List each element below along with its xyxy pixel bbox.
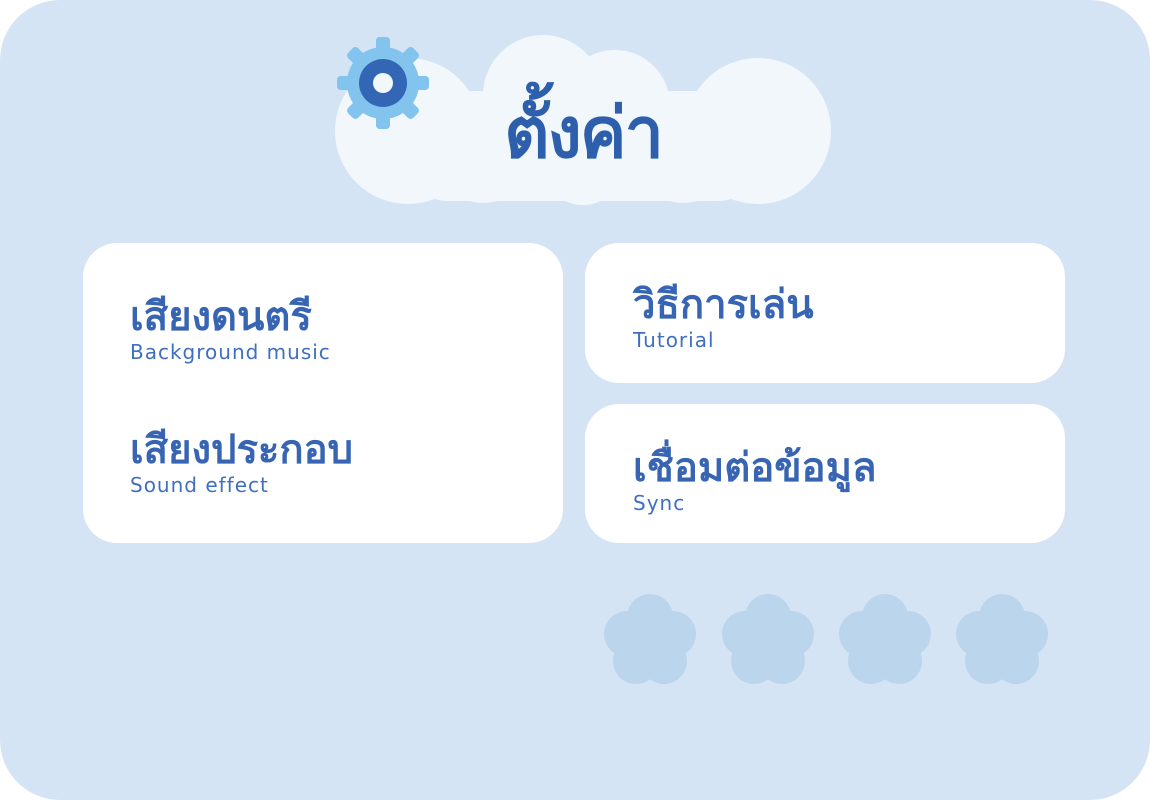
sync-item: เชื่อมต่อข้อมูล Sync xyxy=(633,444,876,514)
background-music-button[interactable]: เสียงดนตรี Background music xyxy=(130,293,331,363)
settings-panel: ตั้งค่า เสียงดนตรี Background music เสีย… xyxy=(0,0,1150,800)
audio-settings-card: เสียงดนตรี Background music เสียงประกอบ … xyxy=(83,243,563,543)
sync-label-th: เชื่อมต่อข้อมูล xyxy=(633,445,877,491)
sync-button[interactable]: เชื่อมต่อข้อมูล Sync xyxy=(585,404,1065,543)
title-banner: ตั้งค่า xyxy=(333,33,833,208)
flower-icon xyxy=(722,594,814,684)
decoration-flowers xyxy=(600,590,1060,690)
tutorial-label-en: Tutorial xyxy=(633,328,715,352)
flower-icon xyxy=(604,594,696,684)
background-music-label-th: เสียงดนตรี xyxy=(130,294,312,340)
background-music-label-en: Background music xyxy=(130,340,331,364)
sync-label-en: Sync xyxy=(633,491,686,515)
tutorial-label-th: วิธีการเล่น xyxy=(633,282,814,328)
sound-effect-label-th: เสียงประกอบ xyxy=(130,427,354,473)
gear-icon xyxy=(337,37,429,129)
sound-effect-label-en: Sound effect xyxy=(130,473,269,497)
tutorial-button[interactable]: วิธีการเล่น Tutorial xyxy=(585,243,1065,383)
flower-icon xyxy=(956,594,1048,684)
flower-icon xyxy=(839,594,931,684)
sound-effect-button[interactable]: เสียงประกอบ Sound effect xyxy=(130,426,353,496)
tutorial-item: วิธีการเล่น Tutorial xyxy=(633,281,814,351)
page-title: ตั้งค่า xyxy=(504,92,664,174)
